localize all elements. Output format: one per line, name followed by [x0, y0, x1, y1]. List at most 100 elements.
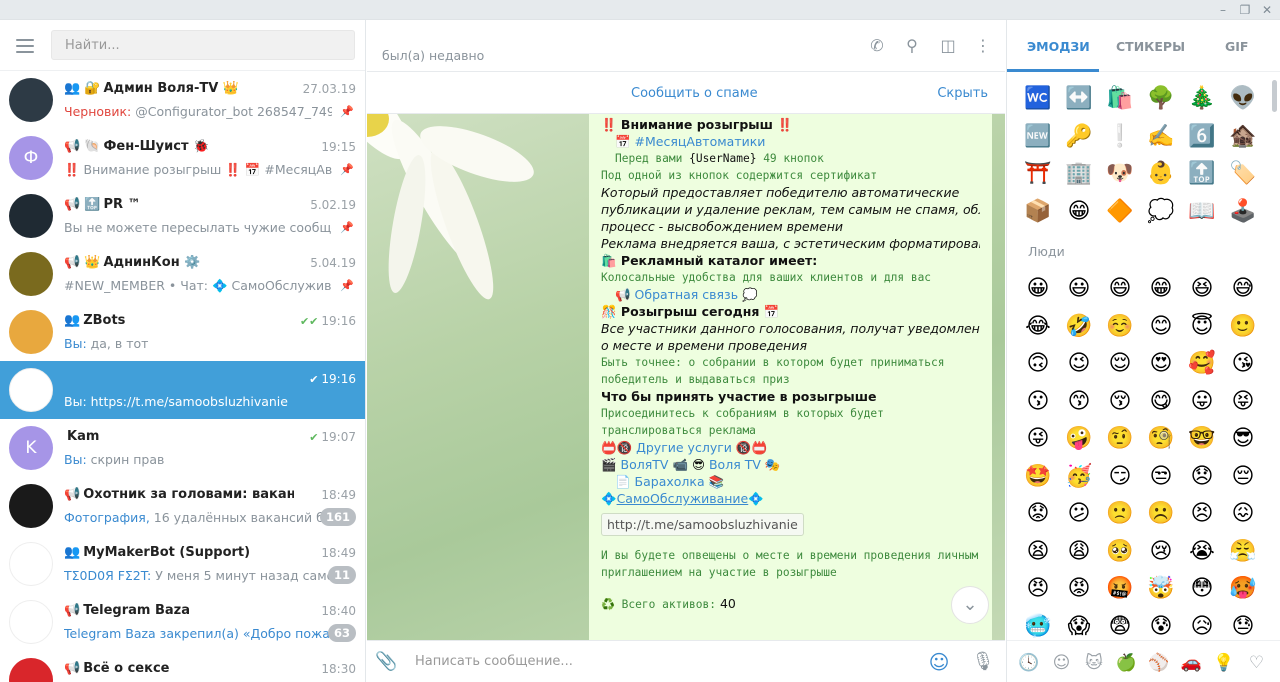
emoji-cell[interactable]: 😔 — [1226, 460, 1260, 494]
chat-list-item[interactable]: 📢 👑 АднинКон ⚙️ 5.04.19 #NEW_MEMBER • Чат: … — [0, 245, 365, 303]
emoji-cell[interactable]: 😁 — [1062, 195, 1096, 229]
emoji-cell[interactable]: ☹️ — [1144, 497, 1178, 531]
report-spam-link[interactable]: Сообщить о спаме — [631, 86, 758, 101]
volya-tv-link[interactable]: Воля TV — [709, 457, 761, 472]
emoji-cell[interactable]: 😌 — [1103, 347, 1137, 381]
phone-icon[interactable]: ✆ — [867, 36, 887, 56]
feedback-link[interactable]: Обратная связь — [635, 287, 739, 302]
tab-emoji[interactable]: ЭМОДЗИ — [1027, 39, 1090, 54]
emoji-cell[interactable]: 🧐 — [1144, 422, 1178, 456]
animals-icon[interactable]: 🐱 — [1082, 651, 1106, 675]
sports-icon[interactable]: ⚾ — [1147, 651, 1171, 675]
sidebar-toggle-icon[interactable]: ◫ — [938, 36, 958, 56]
minimize-button[interactable]: – — [1215, 2, 1231, 18]
emoji-cell[interactable]: 😂 — [1021, 310, 1055, 344]
chat-list-item[interactable]: 📢 Всё о сексе 18:30 — [0, 651, 365, 682]
search-input[interactable]: Найти... — [51, 30, 355, 60]
smileys-icon[interactable]: ☺ — [1050, 651, 1074, 675]
emoji-cell[interactable]: 😚 — [1103, 385, 1137, 419]
emoji-cell[interactable]: ↔️ — [1062, 82, 1096, 116]
chat-list-item[interactable]: 👥 ZBots ✔✔ 19:16 Вы: да, в тот — [0, 303, 365, 361]
flea-market-link[interactable]: Барахолка — [635, 474, 705, 489]
emoji-cell[interactable]: 😏 — [1103, 460, 1137, 494]
emoji-cell[interactable]: 😙 — [1062, 385, 1096, 419]
emoji-cell[interactable]: 😕 — [1062, 497, 1096, 531]
search-icon[interactable]: ⚲ — [902, 36, 922, 56]
emoji-scrollbar[interactable] — [1272, 80, 1277, 112]
emoji-cell[interactable]: 😘 — [1226, 347, 1260, 381]
emoji-cell[interactable]: 😱 — [1062, 610, 1096, 644]
chat-list-item[interactable]: 👥 MyMakerBot (Support) 18:49 TΣ0D0Я FΣ2T: У… — [0, 535, 365, 593]
objects-icon[interactable]: 💡 — [1212, 651, 1236, 675]
emoji-cell[interactable]: 🛍️ — [1103, 82, 1137, 116]
emoji-cell[interactable]: 😨 — [1103, 610, 1137, 644]
emoji-cell[interactable]: 🌳 — [1144, 82, 1178, 116]
chat-list-item[interactable]: 👥 🔐 Админ Воля-TV 👑 27.03.19 Черновик: @Con… — [0, 71, 365, 129]
emoji-cell[interactable]: 😥 — [1185, 610, 1219, 644]
msg-hashtag[interactable]: 📅 #МесяцАвтоматики — [601, 133, 980, 150]
chat-list-item[interactable]: 📢Охотник за головами: вакансии на у... 18… — [0, 477, 365, 535]
emoji-cell[interactable]: 📖 — [1185, 195, 1219, 229]
emoji-cell[interactable]: 🙂 — [1226, 310, 1260, 344]
emoji-cell[interactable]: 😠 — [1021, 572, 1055, 606]
emoji-cell[interactable]: 🏷️ — [1226, 157, 1260, 191]
emoji-cell[interactable]: 🎄 — [1185, 82, 1219, 116]
attach-icon[interactable]: 📎 — [375, 651, 397, 673]
emoji-cell[interactable]: 😝 — [1226, 385, 1260, 419]
chat-list-item[interactable]: K Kam ✔ 19:07 Вы: скрин прав — [0, 419, 365, 477]
emoji-cell[interactable]: 😅 — [1226, 272, 1260, 306]
emoji-cell[interactable]: 🏚️ — [1226, 120, 1260, 154]
microphone-icon[interactable]: 🎙 — [971, 650, 995, 674]
emoji-cell[interactable]: 😗 — [1021, 385, 1055, 419]
emoji-cell[interactable]: ⛩️ — [1021, 157, 1055, 191]
emoji-cell[interactable]: 🥰 — [1185, 347, 1219, 381]
emoji-cell[interactable]: 😁 — [1144, 272, 1178, 306]
emoji-cell[interactable]: 😊 — [1144, 310, 1178, 344]
emoji-cell[interactable]: 😡 — [1062, 572, 1096, 606]
emoji-cell[interactable]: 🤯 — [1144, 572, 1178, 606]
chat-list-item[interactable]: 📢 Telegram Baza 18:40 Telegram Baza закрепи… — [0, 593, 365, 651]
chat-list-item[interactable]: 📢 🔝 PR ™ 5.02.19 Вы не можете пересылать чу… — [0, 187, 365, 245]
emoji-cell[interactable]: 😇 — [1185, 310, 1219, 344]
emoji-cell[interactable]: 🙁 — [1103, 497, 1137, 531]
emoji-cell[interactable]: 😳 — [1185, 572, 1219, 606]
emoji-cell[interactable]: 😋 — [1144, 385, 1178, 419]
emoji-cell[interactable]: 🐶 — [1103, 157, 1137, 191]
chat-list-item[interactable]: Ф 📢 🐚 Фен-Шуист 🐞 19:15 ‼️ Внимание розыгрыш… — [0, 129, 365, 187]
emoji-cell[interactable]: 🕹️ — [1226, 195, 1260, 229]
emoji-cell[interactable]: 🥵 — [1226, 572, 1260, 606]
emoji-cell[interactable]: 😀 — [1021, 272, 1055, 306]
symbols-icon[interactable]: ♡ — [1245, 651, 1269, 675]
recent-icon[interactable]: 🕓 — [1017, 651, 1041, 675]
emoji-cell[interactable]: 💭 — [1144, 195, 1178, 229]
menu-icon[interactable] — [16, 39, 34, 53]
emoji-cell[interactable]: 🤣 — [1062, 310, 1096, 344]
restore-button[interactable]: ❐ — [1237, 2, 1253, 18]
emoji-cell[interactable]: 🤨 — [1103, 422, 1137, 456]
emoji-cell[interactable]: 😢 — [1144, 535, 1178, 569]
emoji-cell[interactable]: 😍 — [1144, 347, 1178, 381]
emoji-cell[interactable]: 🤬 — [1103, 572, 1137, 606]
self-service-link[interactable]: СамоОбслуживание — [617, 491, 749, 506]
emoji-cell[interactable]: 😭 — [1185, 535, 1219, 569]
other-services-link[interactable]: Другие услуги — [636, 440, 732, 455]
emoji-cell[interactable]: 😞 — [1185, 460, 1219, 494]
scroll-down-button[interactable]: ⌄ — [951, 586, 989, 624]
hide-spam-bar-link[interactable]: Скрыть — [937, 86, 988, 101]
tab-stickers[interactable]: СТИКЕРЫ — [1116, 39, 1185, 54]
emoji-cell[interactable]: 😜 — [1021, 422, 1055, 456]
link-preview-url[interactable]: http://t.me/samoobsluzhivanie — [601, 513, 804, 536]
emoji-cell[interactable]: 😎 — [1226, 422, 1260, 456]
emoji-cell[interactable]: ❕ — [1103, 120, 1137, 154]
emoji-cell[interactable]: 😆 — [1185, 272, 1219, 306]
emoji-cell[interactable]: 🔝 — [1185, 157, 1219, 191]
emoji-cell[interactable]: 😩 — [1062, 535, 1096, 569]
emoji-cell[interactable]: 6️⃣ — [1185, 120, 1219, 154]
more-icon[interactable]: ⋮ — [973, 36, 993, 56]
emoji-cell[interactable]: ☺️ — [1103, 310, 1137, 344]
emoji-cell[interactable]: 😃 — [1062, 272, 1096, 306]
emoji-cell[interactable]: 📦 — [1021, 195, 1055, 229]
emoji-cell[interactable]: 🏢 — [1062, 157, 1096, 191]
chat-list-item[interactable]: ✔ 19:16 Вы: https://t.me/samoobsluzhivanie — [0, 361, 365, 419]
emoji-cell[interactable]: 😖 — [1226, 497, 1260, 531]
